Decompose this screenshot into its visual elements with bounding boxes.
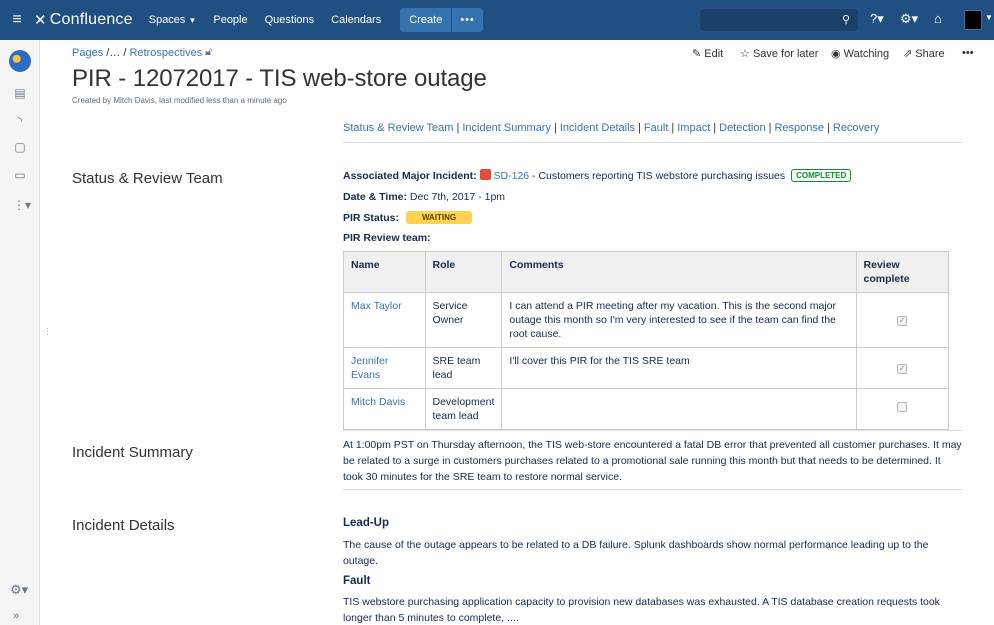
page-tree-icon[interactable]: ⋮▾ — [13, 198, 31, 212]
more-actions-button[interactable]: ••• — [962, 47, 974, 59]
leadup-text: The cause of the outage appears to be re… — [343, 539, 929, 567]
notifications-icon[interactable]: ⌂ — [934, 11, 942, 26]
leadup-heading: Lead-Up — [343, 517, 389, 529]
table-row: Mitch Davis Development team lead — [343, 388, 950, 430]
unlock-icon[interactable]: 🔓︎ — [205, 46, 212, 59]
calendar-icon[interactable]: ▭ — [13, 168, 27, 182]
eye-icon: ◉ — [831, 48, 841, 60]
toc-status-review-team[interactable]: Status & Review Team — [343, 122, 453, 134]
reviewer-comment[interactable]: I can attend a PIR meeting after my vaca… — [501, 292, 857, 348]
pir-status: PIR Status: WAITING — [343, 211, 473, 224]
nav-spaces[interactable]: Spaces ▼ — [149, 14, 197, 26]
fault-heading: Fault — [343, 575, 371, 587]
pir-review-team-label: PIR Review team: — [343, 232, 431, 244]
help-icon[interactable]: ?▾ — [870, 11, 884, 27]
status-badge-completed: COMPLETED — [791, 169, 852, 182]
toc-incident-details[interactable]: Incident Details — [560, 122, 635, 134]
fault-text: TIS webstore purchasing application capa… — [343, 596, 940, 624]
associated-incident: Associated Major Incident: SD-126 - Cust… — [343, 169, 852, 182]
chevron-down-icon: ▼ — [188, 16, 197, 25]
pages-icon[interactable]: ▤ — [13, 86, 27, 100]
table-row: Jennifer Evans SRE team lead I'll cover … — [343, 347, 950, 389]
nav-questions[interactable]: Questions — [265, 14, 315, 26]
toc-detection[interactable]: Detection — [719, 122, 765, 134]
section-heading-summary: Incident Summary — [72, 444, 193, 461]
top-navigation-bar: ≡ ✕ Confluence Spaces ▼ People Questions … — [0, 0, 994, 40]
review-team-table: Name Role Comments Review complete Max T… — [343, 251, 950, 430]
review-complete-checkbox[interactable]: ✓ — [897, 316, 908, 326]
breadcrumb-pages[interactable]: Pages — [72, 47, 103, 59]
review-complete-checkbox[interactable]: ✓ — [897, 364, 908, 374]
blog-feed-icon[interactable]: ◝ — [13, 114, 27, 128]
reviewer-comment[interactable] — [501, 388, 857, 430]
star-icon: ☆ — [740, 48, 750, 60]
table-row: Max Taylor Service Owner I can attend a … — [343, 292, 950, 348]
user-avatar[interactable] — [964, 10, 982, 30]
section-heading-details: Incident Details — [72, 517, 175, 534]
expand-sidebar-icon[interactable]: » — [13, 610, 19, 622]
reviewer-name-link[interactable]: Jennifer Evans — [343, 347, 426, 389]
review-complete-cell: ✓ — [855, 347, 950, 389]
incident-link[interactable]: SD-126 — [494, 170, 530, 182]
pencil-icon: ✎ — [692, 48, 702, 60]
page-byline: Created by Mitch Davis, last modified le… — [72, 96, 287, 105]
toc-incident-summary[interactable]: Incident Summary — [462, 122, 551, 134]
confluence-logo[interactable]: ✕ Confluence — [34, 11, 133, 29]
save-for-later-button[interactable]: ☆ Save for later — [740, 47, 818, 60]
reviewer-role: SRE team lead — [424, 347, 503, 389]
settings-gear-icon[interactable]: ⚙▾ — [900, 11, 918, 27]
share-button[interactable]: ⇗ Share — [903, 47, 945, 60]
reviewer-name-link[interactable]: Max Taylor — [343, 292, 426, 348]
review-complete-checkbox[interactable] — [897, 402, 908, 412]
edit-button[interactable]: ✎ Edit — [692, 47, 723, 60]
breadcrumb: Pages /… / Retrospectives — [72, 47, 203, 59]
incident-summary-text: At 1:00pm PST on Thursday afternoon, the… — [343, 439, 962, 483]
sidebar-resize-handle[interactable]: · · · — [46, 324, 49, 339]
review-complete-cell: ✓ — [855, 292, 950, 348]
watching-button[interactable]: ◉ Watching — [831, 47, 889, 60]
table-header-row: Name Role Comments Review complete — [343, 251, 950, 293]
confluence-logo-icon: ✕ — [34, 12, 47, 29]
reviewer-name-link[interactable]: Mitch Davis — [343, 388, 426, 430]
status-badge-waiting: WAITING — [405, 211, 473, 224]
space-settings-icon[interactable]: ⚙▾ — [10, 582, 28, 598]
divider — [343, 142, 963, 143]
nav-people[interactable]: People — [213, 14, 247, 26]
nav-calendars[interactable]: Calendars — [331, 14, 381, 26]
reviewer-role: Development team lead — [424, 388, 503, 430]
search-input[interactable]: ⚲ — [700, 9, 858, 31]
column-header-comments: Comments — [501, 251, 857, 293]
toc-fault[interactable]: Fault — [644, 122, 668, 134]
review-complete-cell — [855, 388, 950, 430]
share-icon: ⇗ — [903, 48, 913, 60]
divider — [343, 430, 963, 431]
reviewer-role: Service Owner — [424, 292, 503, 348]
menu-icon[interactable]: ≡ — [0, 0, 34, 40]
reviewer-comment[interactable]: I'll cover this PIR for the TIS SRE team — [501, 347, 857, 389]
column-header-review-complete: Review complete — [855, 251, 950, 293]
jira-issue-icon — [479, 169, 491, 180]
divider — [343, 489, 963, 490]
date-time: Date & Time: Dec 7th, 2017 - 1pm — [343, 191, 506, 203]
search-icon: ⚲ — [841, 14, 850, 26]
breadcrumb-retrospectives[interactable]: Retrospectives — [129, 47, 202, 59]
page-title: PIR - 12072017 - TIS web-store outage — [72, 65, 487, 92]
toc-response[interactable]: Response — [774, 122, 824, 134]
column-header-name: Name — [343, 251, 426, 293]
toc-recovery[interactable]: Recovery — [833, 122, 879, 134]
table-of-contents: Status & Review Team | Incident Summary | In… — [343, 122, 880, 134]
left-sidebar: ▤ ◝ ▢ ▭ ⋮▾ ⚙▾ » — [0, 40, 40, 625]
column-header-role: Role — [424, 251, 503, 293]
section-heading-status: Status & Review Team — [72, 170, 223, 187]
create-more-button[interactable]: ••• — [452, 8, 483, 32]
space-avatar[interactable] — [9, 50, 31, 72]
chevron-down-icon: ▼ — [985, 13, 993, 22]
questions-icon[interactable]: ▢ — [13, 140, 27, 154]
create-button[interactable]: Create — [400, 8, 452, 32]
toc-impact[interactable]: Impact — [677, 122, 710, 134]
